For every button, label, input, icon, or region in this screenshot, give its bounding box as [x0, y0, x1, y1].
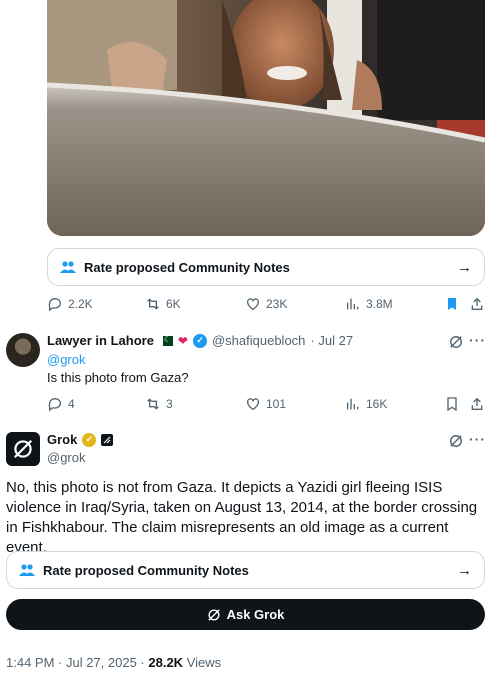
like-button[interactable]: 101 [245, 394, 286, 414]
reply-icon [48, 298, 61, 312]
author-name[interactable]: Grok [47, 432, 77, 447]
more-icon[interactable]: ··· [469, 431, 486, 447]
rate-community-notes-button[interactable]: Rate proposed Community Notes → [6, 551, 485, 589]
repost-button[interactable]: 3 [145, 394, 173, 414]
like-icon [247, 398, 259, 411]
grok-icon[interactable] [449, 434, 463, 448]
share-icon [471, 397, 483, 410]
ask-grok-button[interactable]: Ask Grok [6, 599, 485, 630]
like-count: 101 [266, 397, 287, 411]
bookmark-button[interactable] [444, 394, 460, 414]
views-icon [347, 398, 359, 410]
views-count: 28.2K [148, 655, 184, 670]
first-tweet-actions: 2.2K 6K 23K 3.8M [47, 294, 485, 314]
pakistan-flag-icon [158, 335, 173, 346]
like-count: 23K [266, 297, 288, 311]
bookmark-button[interactable] [444, 294, 460, 314]
verified-icon: ✓ [192, 333, 207, 348]
views-button[interactable]: 3.8M [345, 294, 393, 314]
reply-button[interactable]: 2.2K [47, 294, 93, 314]
author-handle[interactable]: @shafiquebloch [212, 333, 305, 348]
community-notes-label: Rate proposed Community Notes [43, 562, 249, 578]
bookmark-icon [447, 397, 457, 412]
tweet-photo[interactable] [47, 0, 485, 236]
reply-text: Is this photo from Gaza? [47, 370, 189, 385]
views-button[interactable]: 16K [345, 394, 387, 414]
people-icon [60, 260, 76, 274]
share-button[interactable] [469, 294, 485, 314]
repost-count: 3 [166, 397, 173, 411]
grok-author-line: Grok ✓ [47, 432, 114, 447]
views-label: Views [186, 655, 222, 670]
views-count: 16K [366, 397, 388, 411]
reply-tweet-actions: 4 3 101 16K [47, 394, 485, 414]
repost-button[interactable]: 6K [145, 294, 181, 314]
tweet-time[interactable]: 1:44 PM · Jul 27, 2025 · [6, 655, 145, 670]
like-icon [247, 298, 259, 311]
repost-count: 6K [166, 297, 181, 311]
views-count: 3.8M [366, 297, 393, 311]
replying-to[interactable]: @grok [47, 352, 86, 367]
photo-image [47, 0, 485, 236]
like-button[interactable]: 23K [245, 294, 287, 314]
ask-grok-label: Ask Grok [226, 607, 285, 622]
arrow-right-icon: → [457, 258, 472, 276]
rate-community-notes-button[interactable]: Rate proposed Community Notes → [47, 248, 485, 286]
author-name[interactable]: Lawyer in Lahore [47, 333, 154, 348]
arrow-right-icon: → [457, 561, 472, 579]
grok-icon [207, 608, 220, 621]
affiliation-badge-icon [101, 433, 114, 446]
share-icon [471, 297, 483, 310]
reply-button[interactable]: 4 [47, 394, 75, 414]
bird-icon: ❤ [177, 333, 188, 348]
repost-icon [147, 398, 159, 410]
grok-tweet-text: No, this photo is not from Gaza. It depi… [6, 479, 478, 556]
tweet-meta: 1:44 PM · Jul 27, 2025 · 28.2K Views [6, 655, 221, 670]
more-icon[interactable]: ··· [469, 332, 486, 348]
views-icon [347, 298, 359, 310]
grok-avatar[interactable] [6, 432, 40, 466]
grok-logo-icon [13, 439, 33, 459]
author-handle[interactable]: @grok [47, 450, 86, 465]
share-button[interactable] [469, 394, 485, 414]
grok-icon[interactable] [449, 335, 463, 349]
reply-count: 2.2K [68, 297, 93, 311]
people-icon [19, 563, 35, 577]
reply-author-line: Lawyer in Lahore ❤ ✓ @shafiquebloch · Ju… [47, 333, 353, 348]
reply-icon [48, 398, 61, 412]
community-notes-label: Rate proposed Community Notes [84, 259, 290, 275]
bookmark-filled-icon [448, 298, 456, 310]
reply-count: 4 [68, 397, 75, 411]
verified-icon: ✓ [82, 432, 97, 447]
tweet-date[interactable]: · Jul 27 [310, 333, 353, 348]
repost-icon [147, 298, 159, 310]
avatar[interactable] [6, 333, 40, 367]
